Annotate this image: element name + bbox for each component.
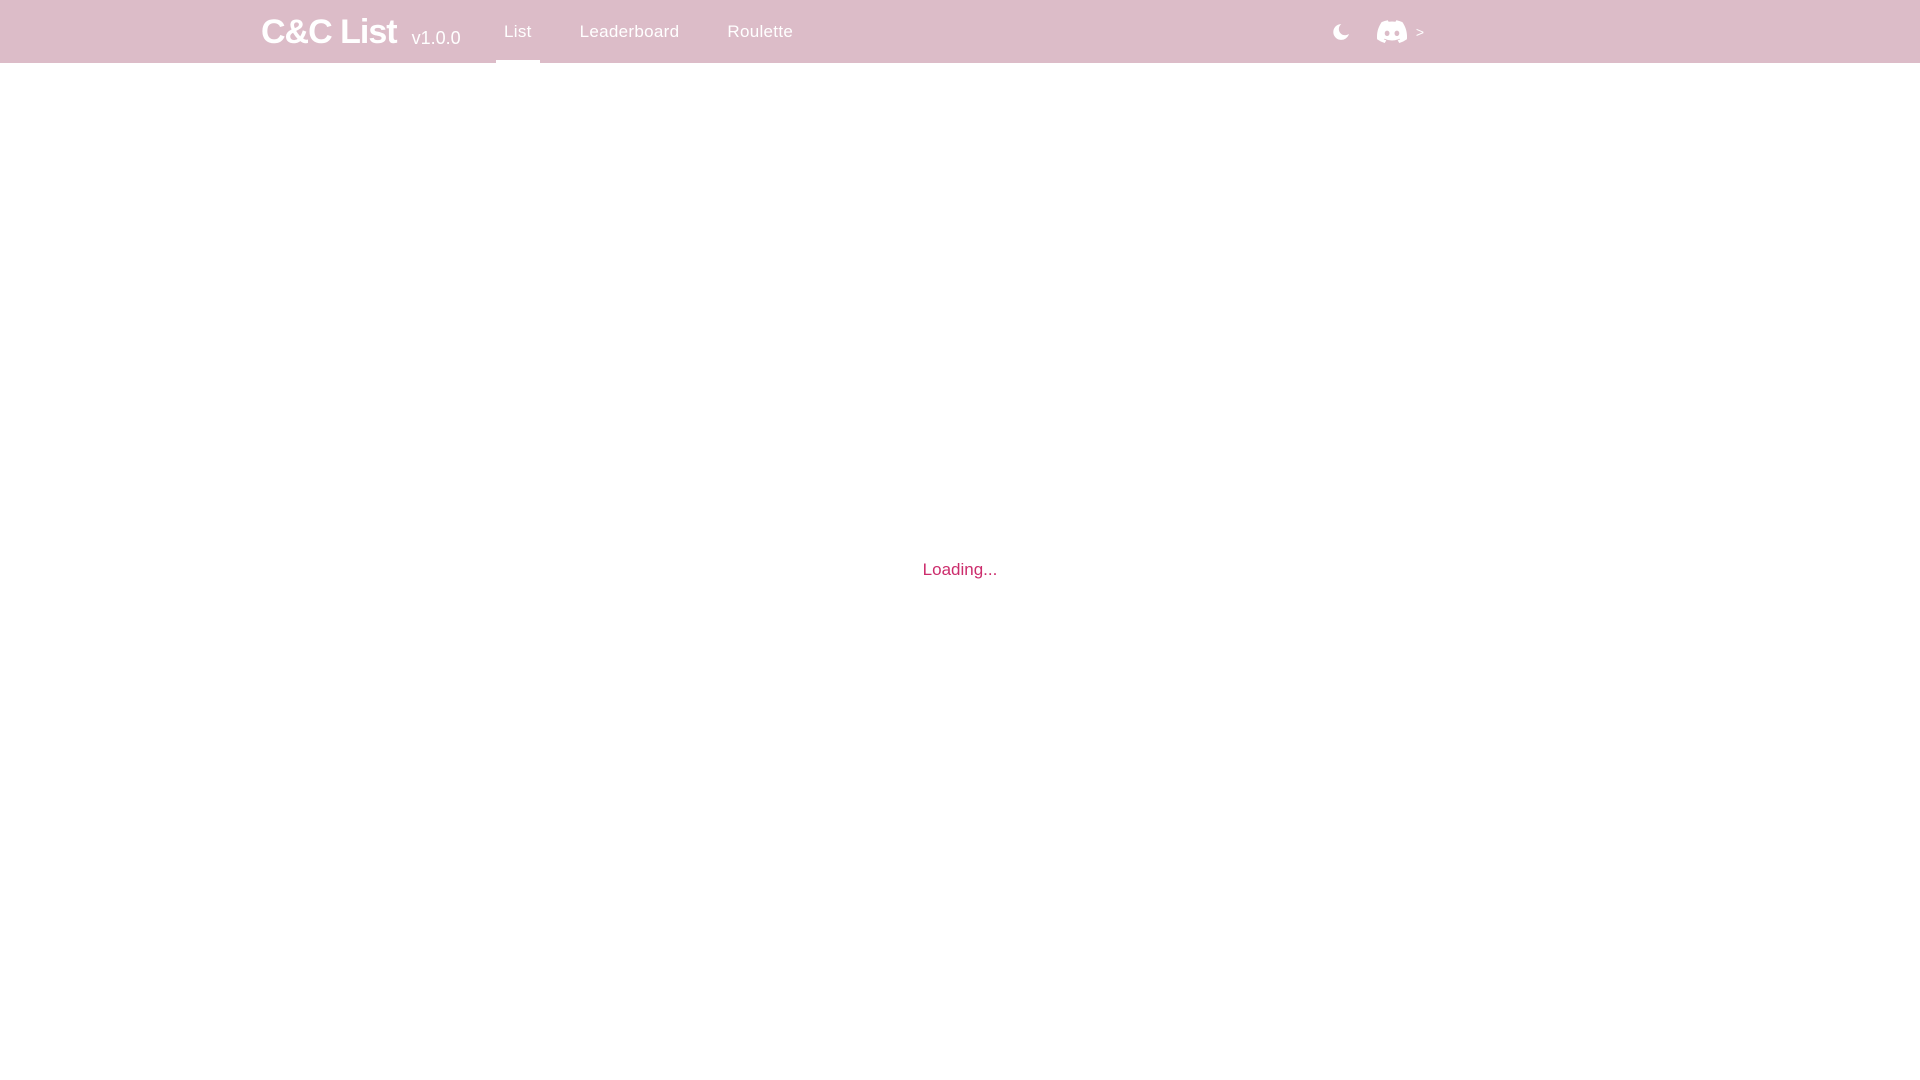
brand[interactable]: C&C List v1.0.0: [261, 10, 461, 54]
nav-actions: >: [1330, 0, 1424, 63]
nav-link-leaderboard[interactable]: Leaderboard: [580, 0, 680, 63]
top-navbar: C&C List v1.0.0 List Leaderboard Roulett…: [0, 0, 1920, 63]
discord-icon[interactable]: [1376, 20, 1408, 44]
moon-icon[interactable]: [1330, 21, 1352, 43]
nav-link-roulette[interactable]: Roulette: [727, 0, 793, 63]
nav-link-list[interactable]: List: [496, 0, 540, 63]
app-version: v1.0.0: [411, 28, 461, 48]
nav-links: List Leaderboard Roulette: [496, 0, 793, 63]
discord-arrow[interactable]: >: [1416, 24, 1424, 40]
app-title[interactable]: C&C List: [261, 10, 398, 54]
loading-text: Loading...: [922, 560, 998, 579]
